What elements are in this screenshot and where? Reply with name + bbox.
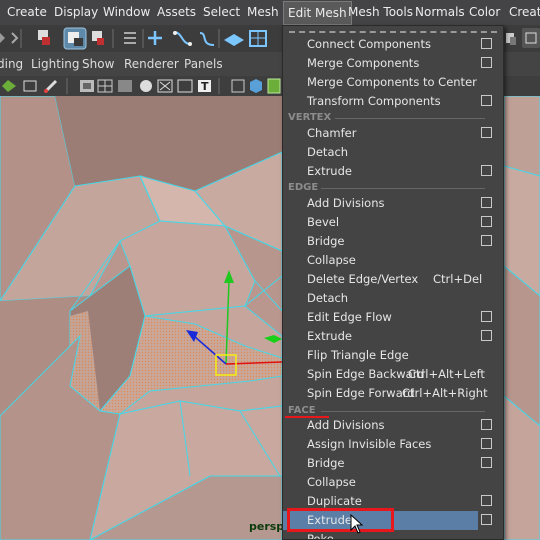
toolbar-left-arrows-icon (0, 32, 19, 44)
option-box-icon[interactable] (481, 495, 492, 506)
menu-item-chamfer[interactable]: Chamfer (283, 124, 503, 143)
menu-item-merge-to-center[interactable]: Merge Components to Center (283, 73, 503, 92)
option-box-icon[interactable] (481, 127, 492, 138)
face-section-underline (285, 416, 329, 418)
menu-item-face-add-divisions[interactable]: Add Divisions (283, 416, 503, 435)
option-box-icon[interactable] (481, 197, 492, 208)
option-box-icon[interactable] (481, 419, 492, 430)
isolate-icon (140, 80, 152, 92)
camera-icon (2, 80, 16, 92)
option-box-icon[interactable] (481, 457, 492, 468)
panel-menu-lighting[interactable]: Lighting (31, 52, 80, 76)
lasso-icon (92, 31, 104, 45)
menu-item-edge-add-divisions[interactable]: Add Divisions (283, 194, 503, 213)
curve-tool-icon (173, 31, 192, 46)
svg-text:T: T (201, 80, 209, 93)
menu-normals[interactable]: Normals (415, 0, 465, 25)
menu-item-vertex-detach[interactable]: Detach (283, 143, 503, 162)
resolution-gate-icon (157, 79, 173, 93)
menu-item-bevel[interactable]: Bevel (283, 213, 503, 232)
option-box-icon[interactable] (481, 216, 492, 227)
panel-menu-renderer[interactable]: Renderer (124, 52, 179, 76)
film-gate-icon (80, 80, 94, 92)
menu-item-delete-edge-vertex[interactable]: Delete Edge/Vertex Ctrl+Del (283, 270, 503, 289)
menu-mesh-tools[interactable]: Mesh Tools (348, 0, 413, 25)
panel-menu-panels[interactable]: Panels (184, 52, 223, 76)
cv-curve-icon (199, 32, 215, 46)
menu-mesh[interactable]: Mesh (247, 0, 279, 25)
option-box-icon[interactable] (481, 311, 492, 322)
main-menu-bar: Create Display Window Assets Select Mesh… (0, 0, 540, 26)
safe-action-icon (177, 79, 193, 93)
text-icon: T (198, 80, 211, 93)
option-box-icon[interactable] (481, 57, 492, 68)
menu-item-edge-extrude[interactable]: Extrude (283, 327, 503, 346)
grid-icon (97, 79, 113, 93)
panel-menu-shading[interactable]: ding (0, 52, 23, 76)
menu-select[interactable]: Select (203, 0, 240, 25)
option-box-icon[interactable] (481, 235, 492, 246)
xray-icon (118, 80, 132, 92)
wireframe-icon (23, 80, 37, 92)
menu-create-2[interactable]: Create (509, 0, 540, 25)
menu-item-edit-edge-flow[interactable]: Edit Edge Flow (283, 308, 503, 327)
option-box-icon[interactable] (481, 38, 492, 49)
option-box-icon[interactable] (481, 165, 492, 176)
menu-display[interactable]: Display (54, 0, 98, 25)
move-tool-icon (148, 31, 162, 45)
menu-create[interactable]: Create (7, 0, 47, 25)
grid-snap-icon (249, 30, 267, 47)
menu-item-flip-triangle-edge[interactable]: Flip Triangle Edge (283, 346, 503, 365)
filter-icon (124, 32, 136, 44)
menu-item-edge-detach[interactable]: Detach (283, 289, 503, 308)
option-box-icon[interactable] (481, 438, 492, 449)
edit-mesh-dropdown: Connect Components Merge Components Merg… (282, 25, 504, 540)
option-box-icon[interactable] (481, 514, 492, 525)
menu-assets[interactable]: Assets (157, 0, 196, 25)
option-box-icon[interactable] (481, 95, 492, 106)
menu-item-edge-bridge[interactable]: Bridge (283, 232, 503, 251)
menu-edit-mesh[interactable]: Edit Mesh (283, 1, 352, 25)
menu-window[interactable]: Window (103, 0, 150, 25)
menu-item-connect-components[interactable]: Connect Components (283, 35, 503, 54)
menu-item-face-collapse[interactable]: Collapse (283, 473, 503, 492)
menu-item-assign-invisible-faces[interactable]: Assign Invisible Faces (283, 435, 503, 454)
menu-item-spin-edge-backward[interactable]: Spin Edge Backward Ctrl+Alt+Left (283, 365, 503, 384)
shortcut-label: Ctrl+Alt+Left (408, 367, 485, 381)
brush-icon (44, 79, 58, 93)
menu-item-face-bridge[interactable]: Bridge (283, 454, 503, 473)
menu-item-merge-components[interactable]: Merge Components (283, 54, 503, 73)
option-box-icon[interactable] (481, 330, 492, 341)
mouse-cursor-icon (350, 514, 364, 534)
smooth-shade-icon (250, 79, 262, 93)
shortcut-label: Ctrl+Del (433, 272, 483, 286)
bounding-box-icon (231, 79, 245, 93)
menu-color[interactable]: Color (469, 0, 500, 25)
viewport-camera-label: persp (249, 520, 285, 533)
plane-icon (224, 34, 244, 46)
snap-icon (38, 30, 50, 45)
extrude-highlight-box (287, 508, 394, 532)
panel-menu-show[interactable]: Show (82, 52, 114, 76)
right-toolbar-icon (506, 33, 516, 45)
menu-item-edge-collapse[interactable]: Collapse (283, 251, 503, 270)
